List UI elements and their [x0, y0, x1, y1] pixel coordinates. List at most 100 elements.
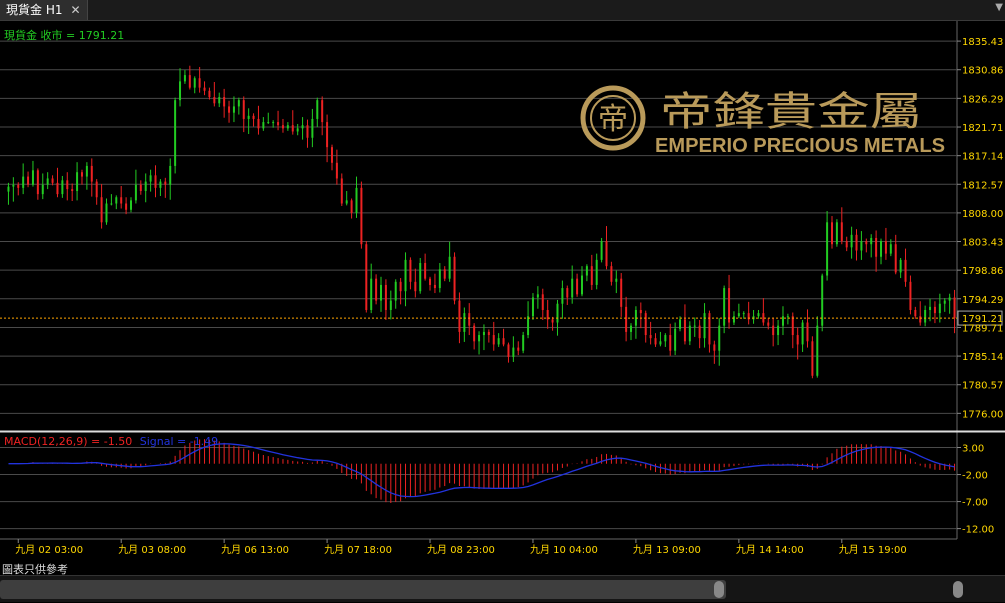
candle-body	[277, 122, 280, 126]
candle-body	[296, 128, 299, 132]
candle-body	[659, 341, 662, 345]
candle-body	[355, 187, 358, 213]
candle-body	[66, 180, 69, 190]
candle-body	[380, 284, 383, 301]
chart-scrollbar[interactable]	[0, 575, 1005, 602]
macd-value-label: MACD(12,26,9) = -1.50	[4, 435, 132, 448]
candle-body	[870, 237, 873, 245]
candle-body	[134, 184, 137, 201]
candle-body	[600, 241, 603, 260]
candle-body	[517, 347, 520, 351]
candle-body	[419, 263, 422, 292]
candle-body	[56, 182, 59, 195]
candle-body	[218, 97, 221, 104]
chevron-down-icon[interactable]: ▼	[995, 2, 1003, 13]
candle-body	[664, 335, 667, 342]
candle-body	[772, 325, 775, 336]
candle-body	[95, 181, 98, 198]
y-tick-label: 1794.29	[962, 295, 1003, 306]
y-tick-label: 1835.43	[962, 37, 1003, 48]
candle-body	[335, 162, 338, 179]
candle-body	[370, 278, 373, 310]
candle-body	[76, 172, 79, 191]
candle-body	[144, 181, 147, 191]
candle-body	[223, 97, 226, 107]
candle-body	[473, 325, 476, 342]
tab-bar: 現貨金 H1 ✕ ▼	[0, 0, 1005, 21]
candle-body	[865, 241, 868, 245]
y-tick-label: 1776.00	[962, 409, 1003, 420]
current-price-marker: 1791.21	[0, 310, 1003, 326]
candle-body	[894, 244, 897, 273]
candle-body	[281, 125, 284, 129]
candle-body	[536, 294, 539, 298]
candle-body	[51, 178, 54, 183]
candle-body	[31, 170, 34, 185]
x-tick-label: 九月 15 19:00	[839, 544, 907, 556]
candle-body	[350, 200, 353, 213]
tab-title: 現貨金 H1	[6, 3, 63, 17]
candle-body	[159, 181, 162, 188]
candle-body	[345, 200, 348, 204]
candle-body	[571, 278, 574, 298]
chart-area[interactable]: 1791.21 1835.43 1830.86 1826.29 1821.71 1817…	[0, 21, 1005, 560]
candle-body	[948, 297, 951, 301]
candle-body	[424, 263, 427, 279]
candle-body	[914, 309, 917, 317]
candle-body	[394, 281, 397, 301]
candle-body	[179, 81, 182, 101]
price-chart[interactable]: 1791.21 1835.43 1830.86 1826.29 1821.71 1817…	[0, 21, 1005, 560]
signal-value-label: Signal = -1.49	[140, 435, 218, 448]
candle-body	[468, 313, 471, 326]
close-icon[interactable]: ✕	[70, 0, 80, 20]
candle-body	[880, 241, 883, 257]
candle-body	[208, 90, 211, 98]
candle-body	[262, 122, 265, 129]
candle-body	[585, 266, 588, 276]
x-tick-label: 九月 10 04:00	[530, 544, 598, 556]
candle-body	[46, 178, 49, 185]
candle-body	[561, 288, 564, 304]
candle-body	[742, 313, 745, 315]
candle-body	[933, 306, 936, 314]
candle-body	[169, 165, 172, 185]
candle-body	[757, 313, 760, 317]
chart-tab[interactable]: 現貨金 H1 ✕	[0, 0, 88, 20]
candle-body	[551, 319, 554, 323]
candle-body	[610, 266, 613, 282]
candle-body	[492, 335, 495, 345]
candle-body	[639, 309, 642, 314]
candle-body	[105, 203, 108, 223]
x-tick-label: 九月 08 23:00	[427, 544, 495, 556]
candle-body	[615, 278, 618, 282]
candle-body	[723, 288, 726, 326]
macd-panel: 3.00 -2.00 -7.00 -12.00	[0, 439, 994, 536]
candle-body	[360, 187, 363, 245]
candle-body	[188, 75, 191, 88]
candle-body	[845, 241, 848, 248]
scrollbar-handle-left[interactable]	[714, 581, 724, 598]
scrollbar-handle-right[interactable]	[953, 581, 963, 598]
candle-body	[71, 189, 74, 191]
candle-body	[399, 281, 402, 292]
candle-body	[438, 269, 441, 289]
candle-body	[213, 97, 216, 104]
candle-body	[61, 180, 64, 195]
candle-body	[340, 178, 343, 204]
candle-body	[110, 203, 113, 205]
candle-body	[806, 322, 809, 342]
candle-body	[120, 197, 123, 204]
candle-body	[458, 300, 461, 332]
macd-y-tick-label: -12.00	[962, 525, 994, 536]
candle-body	[943, 300, 946, 304]
candle-body	[791, 316, 794, 336]
logo-glyph: 帝	[598, 102, 628, 137]
candle-body	[326, 122, 329, 148]
candle-body	[777, 325, 780, 336]
candle-body	[713, 344, 716, 351]
candle-body	[7, 186, 10, 192]
candle-body	[272, 122, 275, 124]
candle-body	[130, 200, 133, 210]
candle-body	[291, 125, 294, 132]
scrollbar-thumb[interactable]	[0, 580, 726, 599]
